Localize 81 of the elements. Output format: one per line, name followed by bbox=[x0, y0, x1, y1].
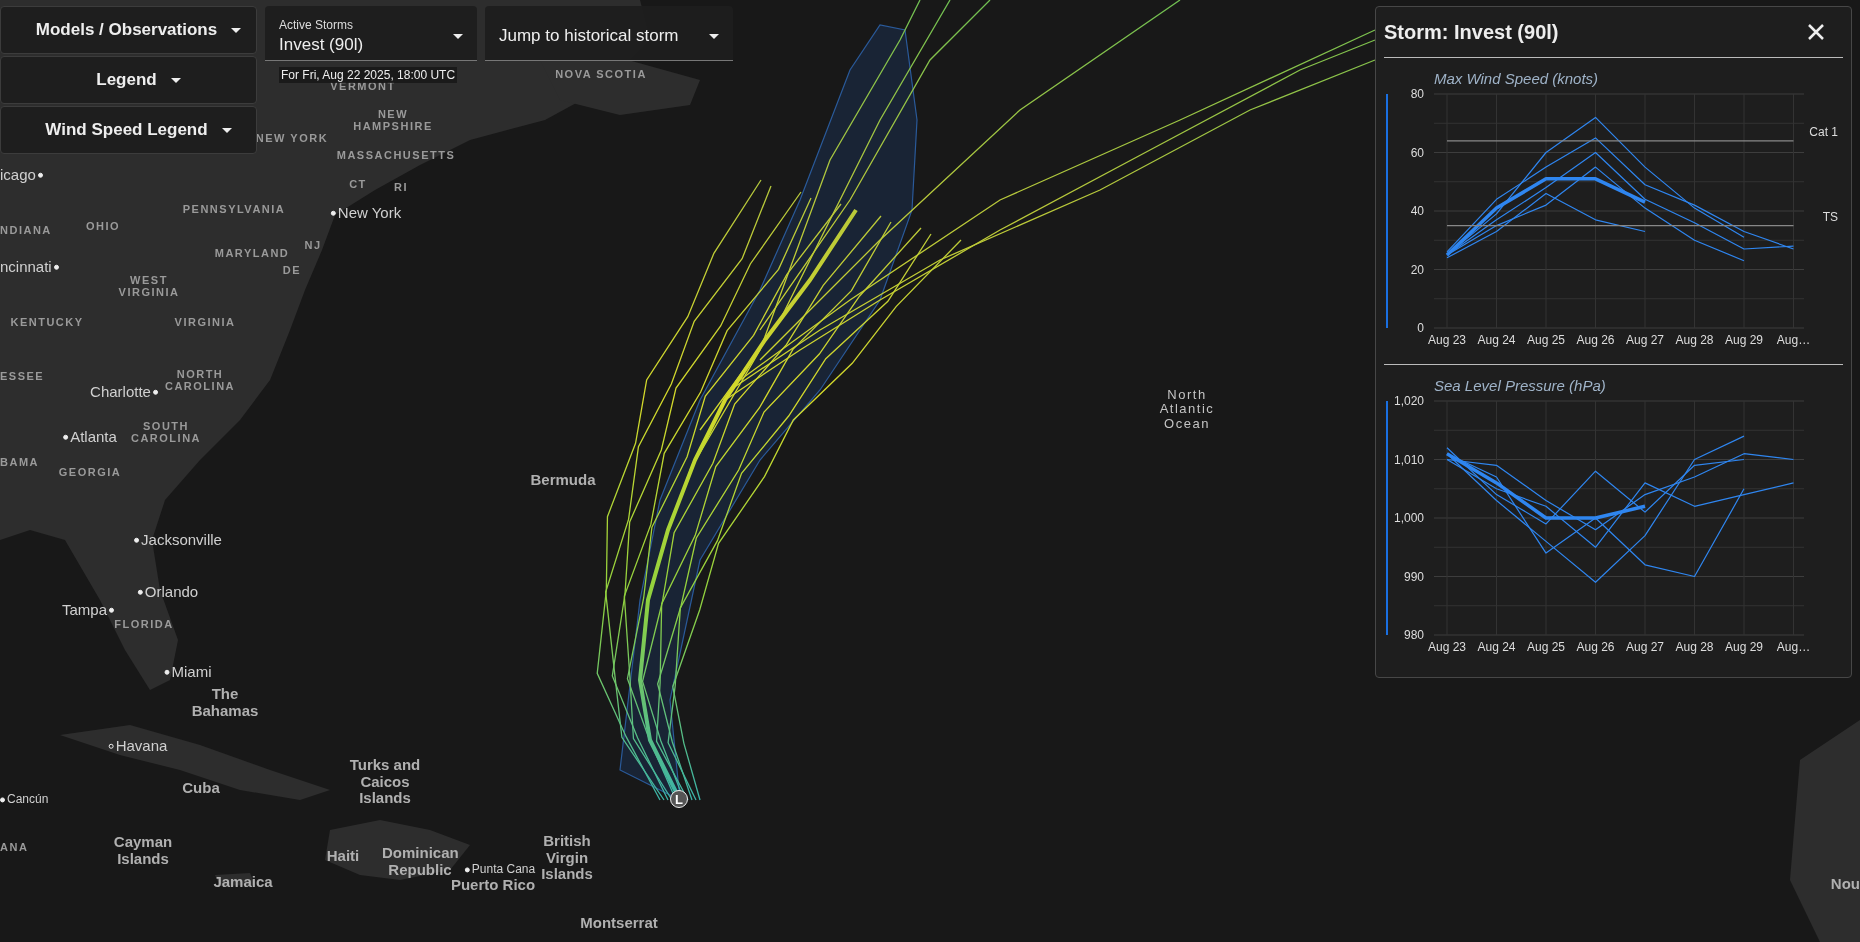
map-label: Turks and Caicos Islands bbox=[348, 757, 422, 807]
map-label: MARYLAND bbox=[214, 246, 290, 260]
x-tick-label: Aug 29 bbox=[1725, 640, 1763, 654]
map-label: BAMA bbox=[0, 455, 39, 469]
map-label: Haiti bbox=[326, 847, 360, 865]
map-label: The Bahamas bbox=[190, 685, 260, 719]
map-label: FLORIDA bbox=[114, 617, 174, 631]
y-tick-label: 1,000 bbox=[1393, 511, 1424, 525]
map-label: NEW HAMPSHIRE bbox=[352, 107, 434, 133]
map-label: New York bbox=[337, 204, 402, 222]
y-tick-label: 990 bbox=[1403, 569, 1424, 584]
map-label: KENTUCKY bbox=[10, 315, 84, 329]
threshold-label: Cat 1 bbox=[1809, 124, 1838, 139]
x-tick-label: Aug 26 bbox=[1576, 333, 1615, 347]
map-label: Cancún bbox=[7, 793, 49, 807]
map-label: ESSEE bbox=[0, 369, 45, 383]
map-label: Miami bbox=[171, 663, 212, 681]
panel-title: Storm: Invest (90l) bbox=[1384, 20, 1559, 44]
map-label: Orlando bbox=[144, 583, 199, 601]
map-label: NOVA SCOTIA bbox=[555, 67, 647, 81]
map-label: NORTH CAROLINA bbox=[163, 367, 237, 393]
map-label: Tampa bbox=[62, 601, 107, 619]
x-tick-label: Aug 29 bbox=[1725, 333, 1763, 347]
map-label: Jacksonville bbox=[141, 531, 222, 549]
y-tick-label: 1,020 bbox=[1393, 394, 1424, 408]
map-label: VIRGINIA bbox=[174, 315, 236, 329]
map-label: Bermuda bbox=[530, 471, 596, 489]
map-label: GEORGIA bbox=[58, 465, 122, 479]
x-tick-label: Aug 27 bbox=[1626, 640, 1664, 654]
map-label: NDIANA bbox=[0, 223, 52, 237]
chart-title: Sea Level Pressure (hPa) bbox=[1434, 377, 1606, 394]
map-label: MASSACHUSETTS bbox=[336, 148, 456, 162]
y-tick-label: 20 bbox=[1410, 262, 1424, 277]
map-label: British Virgin Islands bbox=[540, 833, 594, 883]
map-label: North Atlantic Ocean bbox=[1158, 387, 1216, 431]
map-label: SOUTH CAROLINA bbox=[129, 419, 203, 445]
map-label: Cayman Islands bbox=[112, 833, 174, 867]
threshold-label: TS bbox=[1822, 209, 1838, 224]
map-label: Punta Cana bbox=[471, 863, 536, 877]
map-label: Montserrat bbox=[580, 914, 658, 932]
x-tick-label: Aug 23 bbox=[1428, 333, 1466, 347]
y-tick-label: 40 bbox=[1410, 204, 1424, 218]
x-tick-label: Aug 27 bbox=[1626, 333, 1664, 347]
forecast-timestamp: For Fri, Aug 22 2025, 18:00 UTC bbox=[279, 67, 458, 83]
map-label: CT bbox=[349, 177, 367, 191]
map-label: Nou bbox=[1830, 875, 1860, 893]
x-tick-label: Aug 26 bbox=[1576, 640, 1615, 654]
x-tick-label: Aug… bbox=[1776, 333, 1811, 347]
x-tick-label: Aug 25 bbox=[1527, 640, 1565, 654]
map-label: Havana bbox=[115, 737, 168, 755]
select-value: Invest (90l) bbox=[279, 34, 364, 55]
map-label: PENNSYLVANIA bbox=[182, 202, 286, 216]
x-tick-label: Aug 24 bbox=[1477, 640, 1516, 654]
x-tick-label: Aug 23 bbox=[1428, 640, 1466, 654]
y-tick-label: 980 bbox=[1403, 628, 1424, 642]
map-label: Cuba bbox=[182, 779, 220, 797]
chart-title: Max Wind Speed (knots) bbox=[1434, 70, 1599, 87]
y-tick-label: 0 bbox=[1417, 321, 1424, 335]
x-tick-label: Aug 24 bbox=[1477, 333, 1516, 347]
x-tick-label: Aug… bbox=[1776, 640, 1811, 654]
y-tick-label: 80 bbox=[1410, 87, 1424, 101]
x-tick-label: Aug 28 bbox=[1675, 640, 1714, 654]
y-tick-label: 60 bbox=[1410, 145, 1424, 160]
map-label: WEST VIRGINIA bbox=[117, 273, 181, 299]
map-label: NJ bbox=[304, 238, 322, 252]
map-label: Jamaica bbox=[213, 873, 273, 891]
map-label: Dominican Republic bbox=[382, 844, 458, 878]
select-value: Jump to historical storm bbox=[499, 26, 679, 46]
map-label: OHIO bbox=[85, 219, 121, 233]
select-label: Active Storms bbox=[279, 17, 354, 32]
map-label: RI bbox=[394, 180, 408, 194]
map-label: ncinnati bbox=[0, 258, 52, 276]
map-label: Atlanta bbox=[70, 428, 117, 446]
x-tick-label: Aug 28 bbox=[1675, 333, 1714, 347]
x-tick-label: Aug 25 bbox=[1527, 333, 1565, 347]
map-label: icago bbox=[0, 166, 36, 184]
y-tick-label: 1,010 bbox=[1393, 452, 1424, 467]
map-label: Charlotte bbox=[90, 383, 151, 401]
map-label: ANA bbox=[0, 840, 29, 854]
map-label: DE bbox=[282, 263, 302, 277]
map-label: Puerto Rico bbox=[450, 876, 536, 894]
